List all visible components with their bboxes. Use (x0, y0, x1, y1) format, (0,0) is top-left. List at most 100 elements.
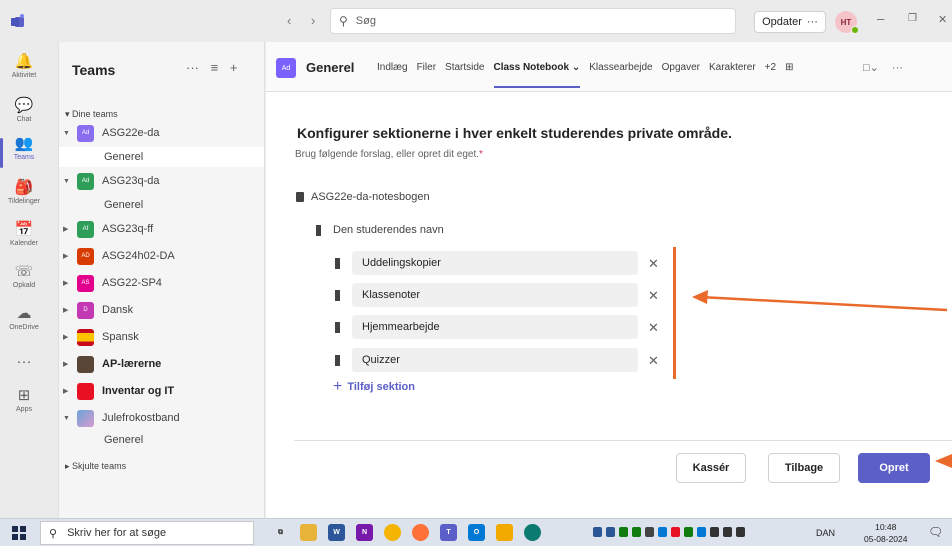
avatar[interactable]: HT (835, 11, 859, 34)
teams-icon: 👥 (14, 135, 34, 152)
back-button[interactable]: Tilbage (768, 453, 840, 483)
taskbar-search-input[interactable]: ⚲ Skriv her for at søge (40, 521, 254, 545)
tray-icon[interactable] (632, 527, 641, 537)
volume-icon[interactable] (723, 527, 732, 537)
tab-posts[interactable]: Indlæg (377, 62, 408, 73)
team-item[interactable]: ▶ Spansk (63, 327, 263, 347)
firefox-icon[interactable] (412, 524, 429, 541)
section-name-field[interactable] (352, 251, 638, 275)
rail-item-chat[interactable]: 💬 Chat (0, 97, 48, 124)
tray-icon[interactable] (684, 527, 693, 537)
tab-home[interactable]: Startside (445, 62, 484, 73)
windows-start-icon[interactable] (12, 526, 26, 540)
close-icon[interactable]: ✕ (648, 289, 659, 302)
more-options-button[interactable]: ··· (186, 60, 199, 75)
team-item[interactable]: ▶ D Dansk (63, 300, 263, 320)
history-nav: ‹ › (287, 13, 331, 28)
close-icon[interactable]: ✕ (648, 257, 659, 270)
close-icon[interactable]: ✕ (648, 354, 659, 367)
section-name-field[interactable] (352, 315, 638, 339)
notebook-icon (296, 192, 304, 202)
tray-icon[interactable] (619, 527, 628, 537)
channel-item-selected[interactable]: Generel (59, 147, 264, 167)
add-section-button[interactable]: + Tilføj sektion (333, 379, 415, 395)
close-button[interactable]: ✕ (938, 13, 947, 26)
team-item[interactable]: ▶ AS ASG22-SP4 (63, 273, 263, 293)
notification-icon[interactable]: 🗨 (928, 525, 943, 539)
create-button[interactable]: Opret (858, 453, 930, 483)
close-icon[interactable]: ✕ (648, 321, 659, 334)
rail-item-calendar[interactable]: 📅 Kalender (0, 222, 48, 248)
update-button[interactable]: Opdater ··· (754, 11, 826, 33)
minimize-button[interactable]: – (877, 11, 884, 26)
hidden-teams[interactable]: ▸ Skjulte teams (65, 461, 126, 472)
app-icon[interactable] (496, 524, 513, 541)
filter-button[interactable]: ≡ (211, 60, 219, 75)
search-input[interactable]: ⚲ Søg (330, 8, 736, 34)
add-team-button[interactable]: + (230, 60, 238, 75)
tab-class-notebook[interactable]: Class Notebook ⌄ (493, 62, 580, 88)
network-icon[interactable] (710, 527, 719, 537)
channel-item[interactable]: Generel (59, 430, 264, 450)
tab-grades[interactable]: Karakterer (709, 62, 756, 73)
edge-icon[interactable] (524, 524, 541, 541)
team-name: ASG23q-da (102, 175, 160, 187)
rail-item-activity[interactable]: 🔔 Aktivitet (0, 54, 48, 80)
chat-icon: 💬 (14, 97, 34, 114)
back-button[interactable]: ‹ (287, 13, 291, 28)
tray-icon[interactable] (606, 527, 615, 537)
team-item[interactable]: ▶ Inventar og IT (63, 381, 263, 401)
chrome-icon[interactable] (384, 524, 401, 541)
task-view-icon[interactable]: ⧉ (272, 524, 289, 541)
rail-item-calls[interactable]: ☏ Opkald (0, 264, 48, 290)
instructions-text: Brug følgende forslag, eller opret dit e… (295, 149, 479, 160)
system-tray (593, 527, 745, 537)
onedrive-tray-icon[interactable] (658, 527, 667, 537)
notebook-row: ASG22e-da-notesbogen (296, 191, 430, 203)
section-name-field[interactable] (352, 348, 638, 372)
tab-classwork[interactable]: Klassearbejde (589, 62, 652, 73)
bluetooth-icon[interactable] (697, 527, 706, 537)
tab-more[interactable]: +2 (765, 62, 776, 73)
rail-item-assignments[interactable]: 🎒 Tildelinger (0, 180, 48, 206)
tray-icon[interactable] (671, 527, 680, 537)
tray-icon[interactable] (593, 527, 602, 537)
section-row: ✕ (335, 315, 675, 339)
teams-icon[interactable]: T (440, 524, 457, 541)
team-item[interactable]: ▼ Ad ASG22e-da (63, 123, 263, 143)
search-icon: ⚲ (49, 527, 58, 540)
file-explorer-icon[interactable] (300, 524, 317, 541)
forward-button[interactable]: › (311, 13, 315, 28)
team-item[interactable]: ▼ Julefrokostband (63, 408, 263, 428)
rail-item-more[interactable]: ··· (0, 354, 48, 372)
rail-label: OneDrive (9, 324, 39, 331)
section-your-teams[interactable]: ▾ Dine teams (65, 109, 118, 120)
chevron-down-icon: ▼ (63, 177, 70, 185)
chevron-right-icon: ▸ (65, 461, 70, 471)
team-item[interactable]: ▶ Af ASG23q-ff (63, 219, 263, 239)
team-name: AP-lærerne (102, 358, 162, 370)
team-tile: Ad (276, 58, 296, 78)
channel-item[interactable]: Generel (59, 195, 264, 215)
word-icon[interactable]: W (328, 524, 345, 541)
onenote-icon[interactable]: N (356, 524, 373, 541)
clock[interactable]: 10:48 05-08-2024 (864, 521, 907, 545)
header-tools[interactable]: □⌄ ··· (863, 61, 903, 74)
rail-item-teams[interactable]: 👥 Teams (0, 135, 48, 168)
tab-files[interactable]: Filer (417, 62, 436, 73)
rail-item-apps[interactable]: ⊞ Apps (0, 388, 48, 414)
tab-assignments[interactable]: Opgaver (662, 62, 700, 73)
team-item[interactable]: ▶ AD ASG24h02-DA (63, 246, 263, 266)
restore-button[interactable]: ❐ (908, 13, 917, 24)
pen-icon[interactable] (736, 527, 745, 537)
add-tab-icon[interactable]: ⊞ (785, 62, 793, 73)
language-indicator[interactable]: DAN (816, 528, 835, 538)
rail-item-onedrive[interactable]: ☁ OneDrive (0, 306, 48, 332)
section-name-field[interactable] (352, 283, 638, 307)
tray-icon[interactable] (645, 527, 654, 537)
discard-button[interactable]: Kassér (676, 453, 746, 483)
outlook-icon[interactable]: O (468, 524, 485, 541)
team-item[interactable]: ▶ AP-lærerne (63, 354, 263, 374)
chevron-right-icon: ▶ (63, 253, 69, 260)
team-item[interactable]: ▼ Ad ASG23q-da (63, 171, 263, 191)
